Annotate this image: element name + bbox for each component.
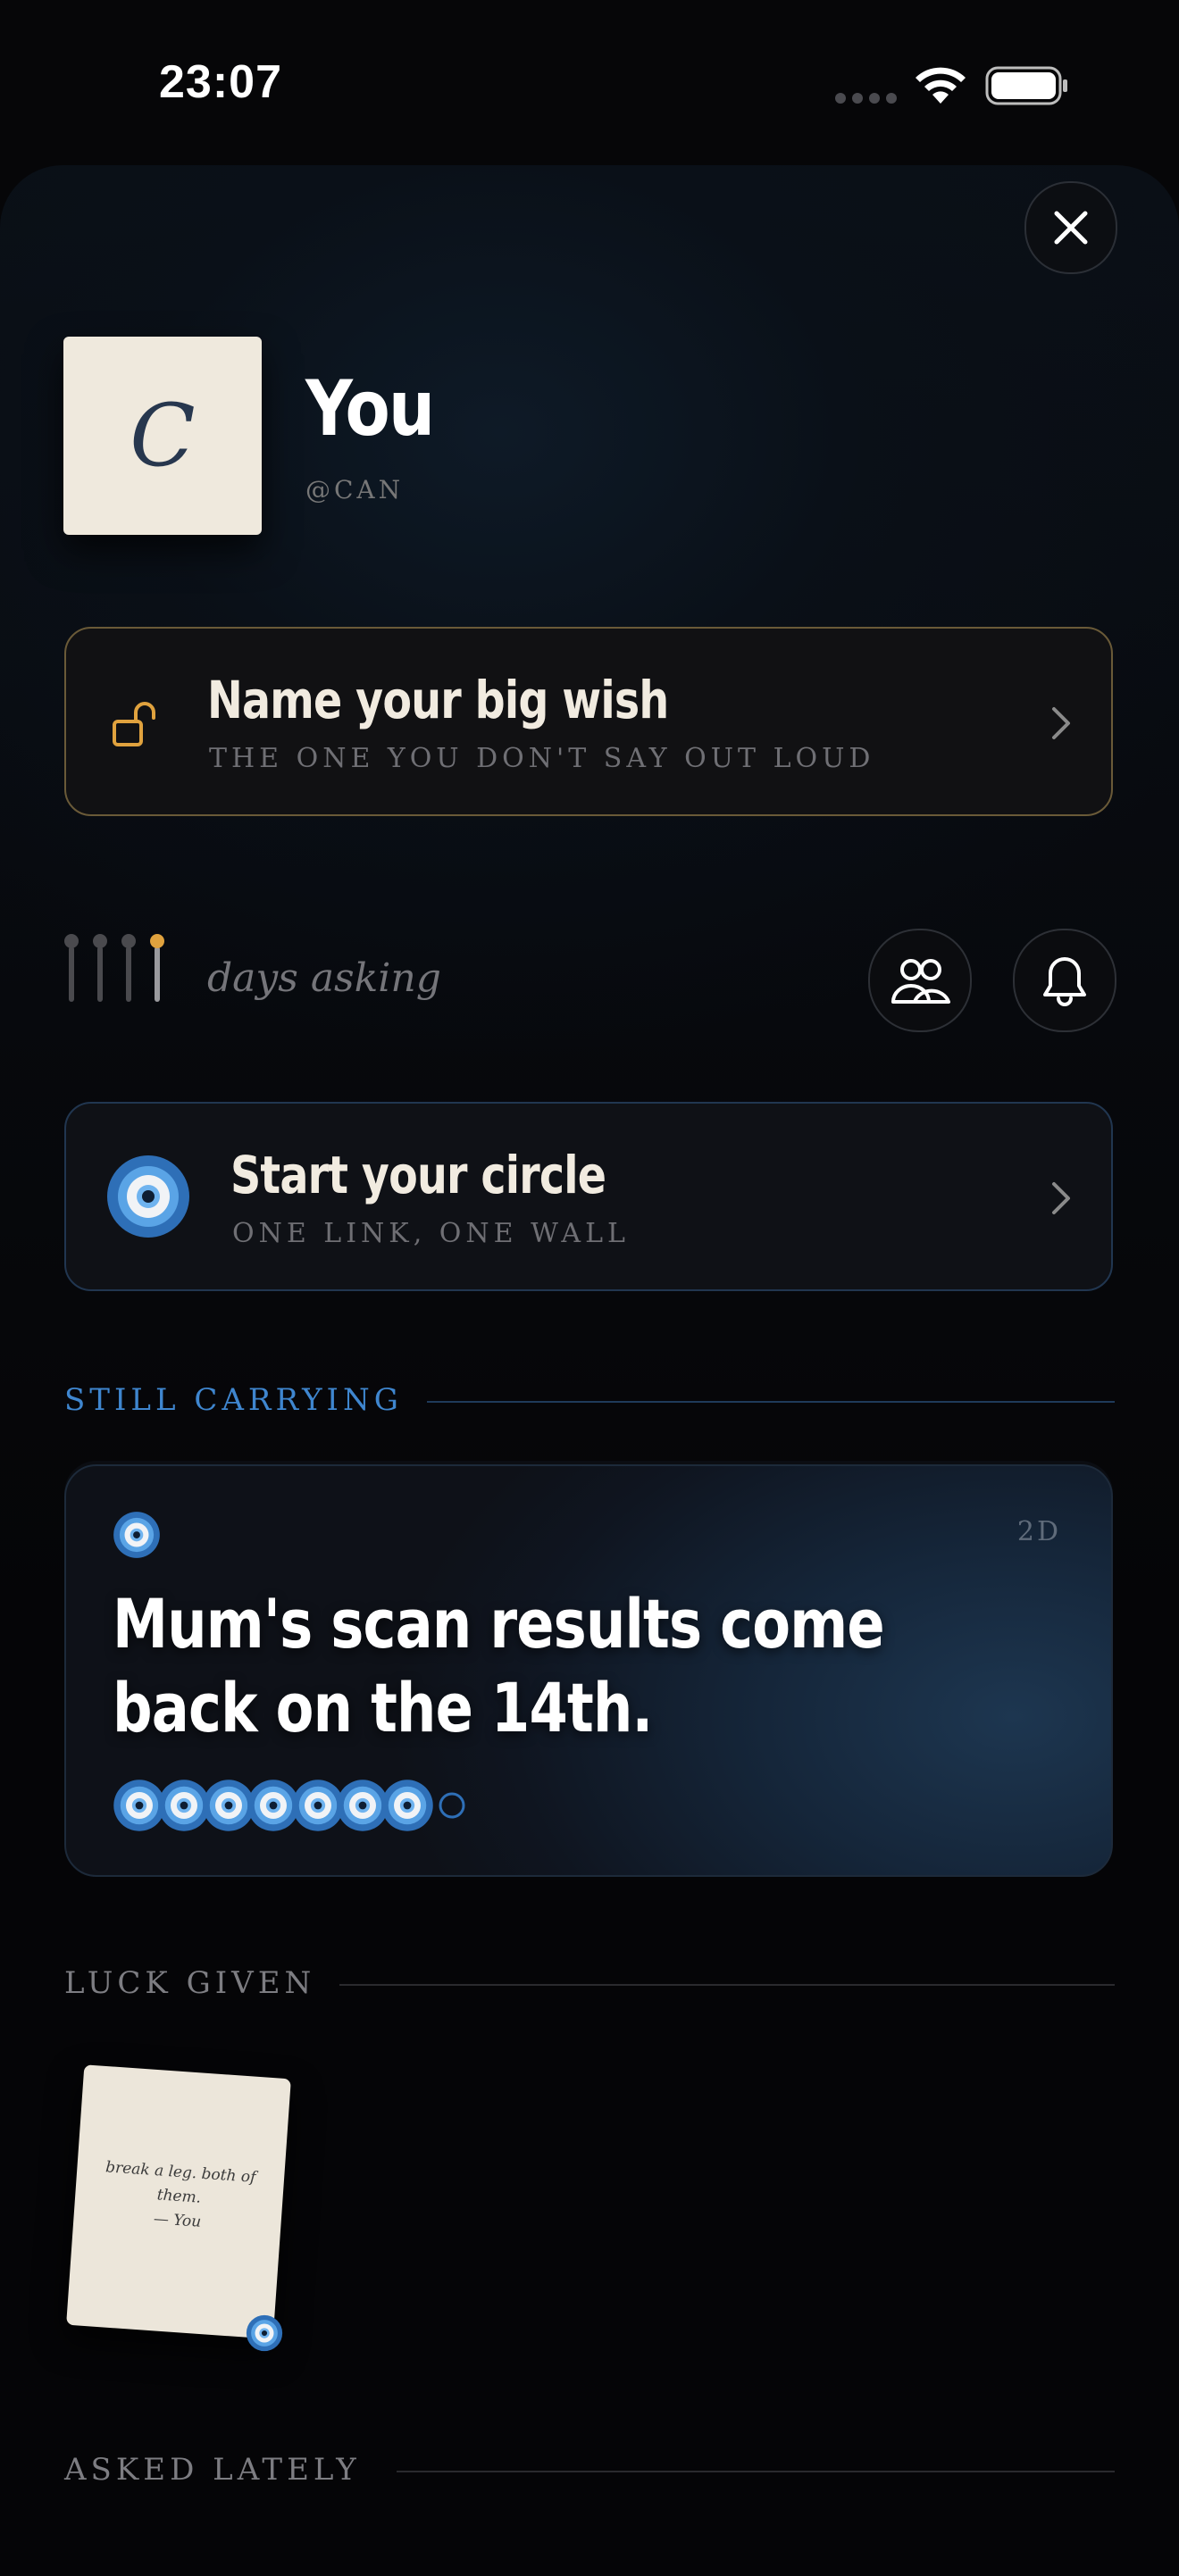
luck-note-author: — You [153,2210,202,2231]
avatar-initial: C [130,386,196,486]
days-asking-label: days asking [207,955,441,1001]
evil-eye-icon [380,1779,434,1836]
profile-handle: @CAN [305,475,405,504]
days-meter [64,934,164,1002]
status-time: 23:07 [159,56,282,108]
days-asking-row: days asking [64,929,1116,1036]
circle-card-subtitle: ONE LINK, ONE WALL [232,1218,630,1249]
luck-note-text: break a leg. both of them. — You [91,2155,267,2238]
post-text: Mum's scan results come back on the 14th… [113,1584,885,1747]
day-stick [155,946,160,1002]
day-dot [93,934,107,948]
avatar[interactable]: C [63,337,262,535]
close-icon [1054,211,1088,245]
close-button[interactable] [1024,181,1117,274]
day-dot [121,934,136,948]
people-icon [891,959,950,1004]
day-stick [126,946,131,1002]
evil-eye-icon [113,1512,160,1558]
day-dot [150,934,164,948]
battery-icon [985,66,1067,105]
empty-eye-slot [438,1791,466,1823]
wish-post-card[interactable]: 2D Mum's scan results come back on the 1… [64,1464,1113,1877]
luck-note-card[interactable]: break a leg. both of them. — You [66,2064,291,2339]
notifications-button[interactable] [1013,929,1116,1032]
unlocked-lock-icon [113,702,155,746]
profile-name: You [305,364,435,454]
wish-card-subtitle: THE ONE YOU DON'T SAY OUT LOUD [209,743,875,774]
divider [397,2471,1115,2472]
name-wish-card[interactable]: Name your big wish THE ONE YOU DON'T SAY… [64,627,1113,816]
start-circle-card[interactable]: Start your circle ONE LINK, ONE WALL [64,1102,1113,1291]
friends-button[interactable] [868,929,972,1032]
chevron-right-icon [1052,1182,1070,1214]
divider [339,1984,1115,1986]
luck-given-header: LUCK GIVEN [64,1965,316,2001]
post-timestamp: 2D [1016,1516,1061,1547]
day-dot [64,934,79,948]
evil-eye-icon [246,2314,283,2352]
luck-eyes-row[interactable] [113,1779,738,1832]
wish-card-title: Name your big wish [207,670,669,730]
still-carrying-header: STILL CARRYING [64,1382,403,1418]
cellular-signal-icon [835,93,898,104]
luck-note-message: break a leg. both of them. [105,2158,257,2207]
divider [427,1401,1115,1403]
wifi-icon [916,67,966,104]
evil-eye-icon [107,1155,189,1238]
day-stick [97,946,103,1002]
chevron-right-icon [1052,707,1070,739]
asked-lately-header: ASKED LATELY [64,2452,361,2488]
bell-icon [1043,957,1086,1006]
day-stick [69,946,74,1002]
circle-card-title: Start your circle [230,1145,606,1205]
